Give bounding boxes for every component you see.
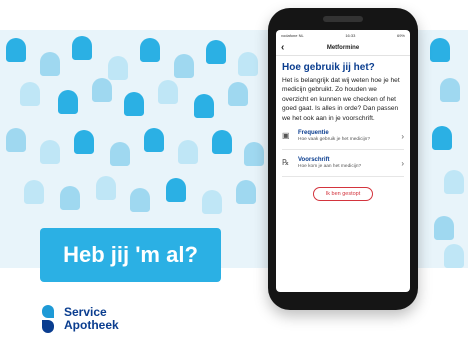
item-subtitle: Hoe vaak gebruik je het medicijn? xyxy=(298,137,370,143)
chevron-right-icon: › xyxy=(401,131,404,141)
time-text: 16:33 xyxy=(345,33,356,38)
intro-text: Het is belangrijk dat wij weten hoe je h… xyxy=(282,77,400,122)
stopped-button[interactable]: Ik ben gestopt xyxy=(313,187,373,202)
page-heading: Hoe gebruik jij het? xyxy=(282,62,375,73)
item-subtitle: Hoe kom je aan het medicijn? xyxy=(298,164,362,170)
phone-notch xyxy=(323,16,363,22)
nav-bar: ‹ Metformine xyxy=(276,41,410,56)
list-item-frequentie[interactable]: ▣ Frequentie Hoe vaak gebruik je het med… xyxy=(282,123,404,151)
service-apotheek-logo: Service Apotheek xyxy=(40,305,119,333)
item-title: Frequentie xyxy=(298,130,329,137)
chevron-left-icon[interactable]: ‹ xyxy=(281,41,284,55)
nav-title: Metformine xyxy=(326,45,360,51)
chevron-right-icon: › xyxy=(401,158,404,168)
tagline-text: Heb jij 'm al? xyxy=(63,242,198,267)
list-item-voorschrift[interactable]: ℞ Voorschrift Hoe kom je aan het medicij… xyxy=(282,150,404,178)
tagline-box: Heb jij 'm al? xyxy=(40,228,221,282)
battery-text: 69% xyxy=(396,33,405,38)
phone-mockup: vodafone NL 16:33 69% ‹ Metformine Hoe g… xyxy=(268,8,418,310)
calendar-icon: ▣ xyxy=(282,131,290,141)
status-bar: vodafone NL 16:33 69% xyxy=(276,30,410,41)
screen-content: Hoe gebruik jij het? Het is belangrijk d… xyxy=(276,56,410,202)
logo-mark-icon xyxy=(40,305,56,333)
phone-screen: vodafone NL 16:33 69% ‹ Metformine Hoe g… xyxy=(276,30,410,292)
logo-line-2: Apotheek xyxy=(64,318,119,332)
carrier-text: vodafone NL xyxy=(281,33,304,38)
item-title: Voorschrift xyxy=(298,157,330,164)
prescription-icon: ℞ xyxy=(282,158,290,168)
